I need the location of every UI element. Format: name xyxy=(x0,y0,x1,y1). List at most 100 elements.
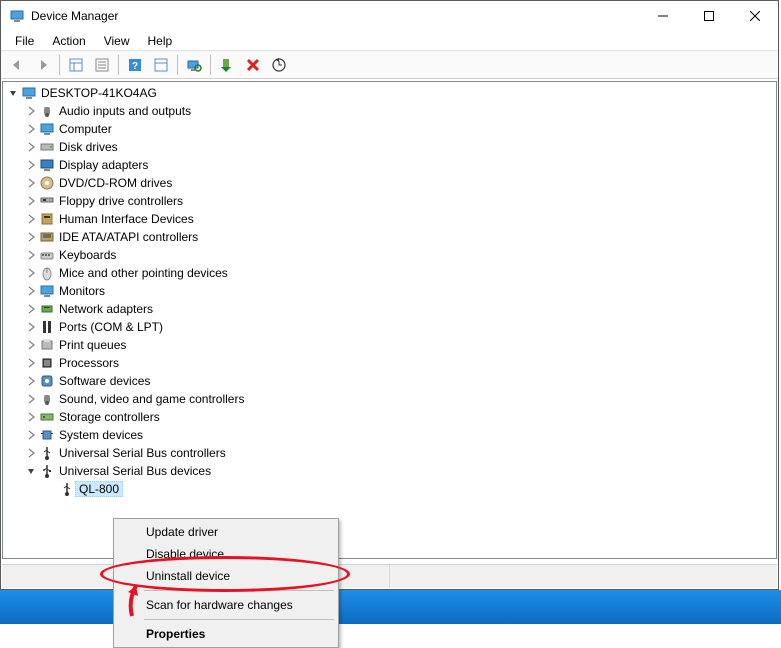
tree-category[interactable]: Storage controllers xyxy=(3,408,776,426)
chevron-right-icon[interactable] xyxy=(25,123,37,135)
chevron-right-icon[interactable] xyxy=(25,429,37,441)
tree-category-label: Network adapters xyxy=(55,302,153,316)
device-category-icon xyxy=(39,121,55,137)
chevron-right-icon[interactable] xyxy=(25,393,37,405)
chevron-right-icon[interactable] xyxy=(25,105,37,117)
device-category-icon xyxy=(39,175,55,191)
scan-hardware-button[interactable] xyxy=(182,53,206,77)
tree-category-label: Disk drives xyxy=(55,140,118,154)
action-button[interactable] xyxy=(149,53,173,77)
tree-category-label: Storage controllers xyxy=(55,410,160,424)
ctx-uninstall-device[interactable]: Uninstall device xyxy=(116,565,336,587)
tree-category-label: Human Interface Devices xyxy=(55,212,194,226)
tree-category-label: Monitors xyxy=(55,284,105,298)
chevron-right-icon[interactable] xyxy=(25,321,37,333)
ctx-update-driver[interactable]: Update driver xyxy=(116,521,336,543)
device-manager-window: Device Manager File Action View Help ? xyxy=(0,0,779,590)
menu-help[interactable]: Help xyxy=(140,32,181,50)
tree-category[interactable]: IDE ATA/ATAPI controllers xyxy=(3,228,776,246)
tree-category[interactable]: Sound, video and game controllers xyxy=(3,390,776,408)
tree-category[interactable]: Monitors xyxy=(3,282,776,300)
tree-category-expanded[interactable]: Universal Serial Bus devices xyxy=(3,462,776,480)
tree-device-label: QL-800 xyxy=(75,481,123,497)
tree-category[interactable]: Software devices xyxy=(3,372,776,390)
help-button[interactable]: ? xyxy=(123,53,147,77)
tree-category-label: Print queues xyxy=(55,338,126,352)
chevron-right-icon[interactable] xyxy=(25,231,37,243)
menu-file[interactable]: File xyxy=(7,32,42,50)
properties-button[interactable] xyxy=(90,53,114,77)
toolbar: ? xyxy=(1,51,778,79)
tree-category-label: Ports (COM & LPT) xyxy=(55,320,163,334)
tree-category[interactable]: Network adapters xyxy=(3,300,776,318)
chevron-down-icon[interactable] xyxy=(25,465,37,477)
tree-root-label: DESKTOP-41KO4AG xyxy=(37,86,157,100)
chevron-right-icon[interactable] xyxy=(25,411,37,423)
device-tree[interactable]: DESKTOP-41KO4AG Audio inputs and outputs… xyxy=(2,81,777,559)
usb-device-icon xyxy=(59,481,75,497)
tree-category-label: Universal Serial Bus devices xyxy=(55,464,211,478)
tree-category-label: Display adapters xyxy=(55,158,148,172)
uninstall-device-button[interactable] xyxy=(241,53,265,77)
computer-icon xyxy=(21,85,37,101)
tree-category[interactable]: Ports (COM & LPT) xyxy=(3,318,776,336)
tree-device-selected[interactable]: QL-800 xyxy=(3,480,776,498)
ctx-properties[interactable]: Properties xyxy=(116,623,336,645)
back-button[interactable] xyxy=(5,53,29,77)
chevron-right-icon[interactable] xyxy=(25,303,37,315)
device-category-icon xyxy=(39,391,55,407)
context-menu: Update driver Disable device Uninstall d… xyxy=(113,518,339,648)
update-driver-button[interactable] xyxy=(267,53,291,77)
chevron-right-icon[interactable] xyxy=(25,267,37,279)
device-category-icon xyxy=(39,211,55,227)
device-category-icon xyxy=(39,355,55,371)
tree-category-label: Processors xyxy=(55,356,119,370)
tree-category[interactable]: Print queues xyxy=(3,336,776,354)
tree-category-label: Sound, video and game controllers xyxy=(55,392,244,406)
forward-button[interactable] xyxy=(31,53,55,77)
tree-category[interactable]: Computer xyxy=(3,120,776,138)
ctx-disable-device[interactable]: Disable device xyxy=(116,543,336,565)
minimize-button[interactable] xyxy=(640,1,686,31)
device-category-icon xyxy=(39,301,55,317)
enable-device-button[interactable] xyxy=(215,53,239,77)
app-icon xyxy=(9,8,25,24)
chevron-right-icon[interactable] xyxy=(25,195,37,207)
tree-category[interactable]: Mice and other pointing devices xyxy=(3,264,776,282)
tree-category-label: Floppy drive controllers xyxy=(55,194,183,208)
device-category-icon xyxy=(39,409,55,425)
chevron-right-icon[interactable] xyxy=(25,159,37,171)
tree-category[interactable]: System devices xyxy=(3,426,776,444)
chevron-right-icon[interactable] xyxy=(25,213,37,225)
menu-view[interactable]: View xyxy=(96,32,138,50)
maximize-button[interactable] xyxy=(686,1,732,31)
ctx-scan-hardware[interactable]: Scan for hardware changes xyxy=(116,594,336,616)
device-category-icon xyxy=(39,319,55,335)
tree-category[interactable]: Processors xyxy=(3,354,776,372)
chevron-right-icon[interactable] xyxy=(25,249,37,261)
chevron-right-icon[interactable] xyxy=(25,447,37,459)
chevron-right-icon[interactable] xyxy=(25,339,37,351)
tree-category[interactable]: Universal Serial Bus controllers xyxy=(3,444,776,462)
tree-category[interactable]: Human Interface Devices xyxy=(3,210,776,228)
show-hide-tree-button[interactable] xyxy=(64,53,88,77)
tree-root[interactable]: DESKTOP-41KO4AG xyxy=(3,84,776,102)
close-button[interactable] xyxy=(732,1,778,31)
chevron-down-icon[interactable] xyxy=(7,87,19,99)
tree-category[interactable]: Keyboards xyxy=(3,246,776,264)
chevron-right-icon[interactable] xyxy=(25,141,37,153)
device-category-icon xyxy=(39,265,55,281)
device-category-icon xyxy=(39,247,55,263)
chevron-right-icon[interactable] xyxy=(25,285,37,297)
tree-category[interactable]: Display adapters xyxy=(3,156,776,174)
tree-category[interactable]: DVD/CD-ROM drives xyxy=(3,174,776,192)
tree-category[interactable]: Disk drives xyxy=(3,138,776,156)
device-category-icon xyxy=(39,337,55,353)
menu-action[interactable]: Action xyxy=(44,32,93,50)
tree-category[interactable]: Audio inputs and outputs xyxy=(3,102,776,120)
chevron-right-icon[interactable] xyxy=(25,375,37,387)
tree-category[interactable]: Floppy drive controllers xyxy=(3,192,776,210)
chevron-right-icon[interactable] xyxy=(25,177,37,189)
titlebar[interactable]: Device Manager xyxy=(1,1,778,31)
chevron-right-icon[interactable] xyxy=(25,357,37,369)
